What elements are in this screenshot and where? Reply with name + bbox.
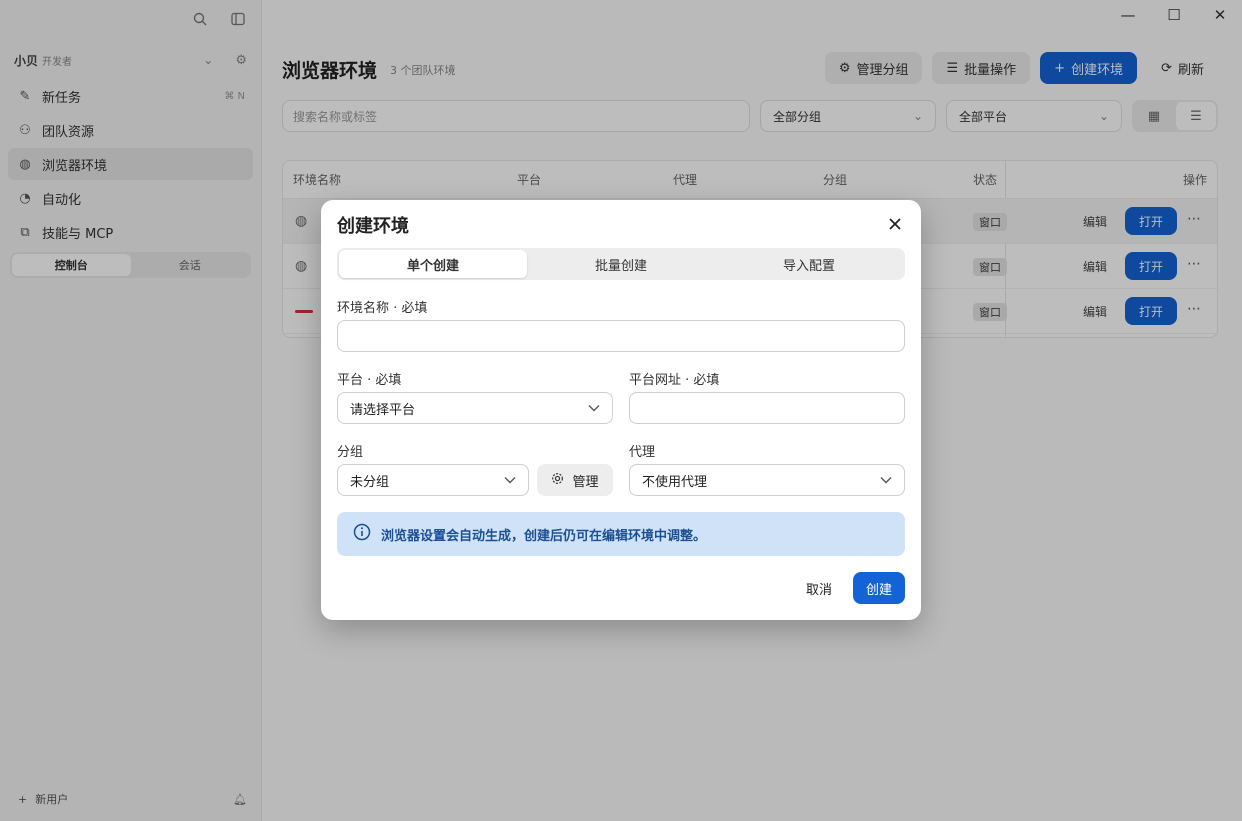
chevron-down-icon [880,476,892,484]
select-value: 请选择平台 [350,402,416,418]
platform-label: 平台 · 必填 [337,373,402,388]
proxy-label: 代理 [629,445,656,460]
chevron-down-icon [504,476,516,484]
platform-url-input[interactable] [629,392,905,424]
info-banner: 浏览器设置会自动生成，创建后仍可在编辑环境中调整。 [337,512,905,556]
tab-single[interactable]: 单个创建 [339,250,527,278]
dialog-title: 创建环境 [337,216,409,237]
create-mode-tabs: 单个创建 批量创建 导入配置 [337,248,905,280]
platform-url-label: 平台网址 · 必填 [629,373,720,388]
tab-batch[interactable]: 批量创建 [527,250,715,278]
info-icon [353,523,371,545]
create-button[interactable]: 创建 [853,572,905,604]
manage-groups-button[interactable]: 管理 [537,464,613,496]
cancel-button[interactable]: 取消 [795,572,843,604]
tab-import[interactable]: 导入配置 [715,250,903,278]
select-value: 未分组 [350,474,390,490]
close-icon[interactable] [883,212,907,236]
gear-icon [551,472,564,489]
proxy-select[interactable]: 不使用代理 [629,464,905,496]
env-name-label: 环境名称 · 必填 [337,301,428,316]
group-label: 分组 [337,445,364,460]
button-label: 管理 [572,474,599,490]
group-select[interactable]: 未分组 [337,464,529,496]
info-text: 浏览器设置会自动生成，创建后仍可在编辑环境中调整。 [381,528,707,544]
chevron-down-icon [588,404,600,412]
env-name-input[interactable] [337,320,905,352]
select-value: 不使用代理 [642,474,708,490]
create-env-dialog: 创建环境 单个创建 批量创建 导入配置 环境名称 · 必填 平台 · 必填 请选… [321,200,921,620]
platform-select[interactable]: 请选择平台 [337,392,613,424]
